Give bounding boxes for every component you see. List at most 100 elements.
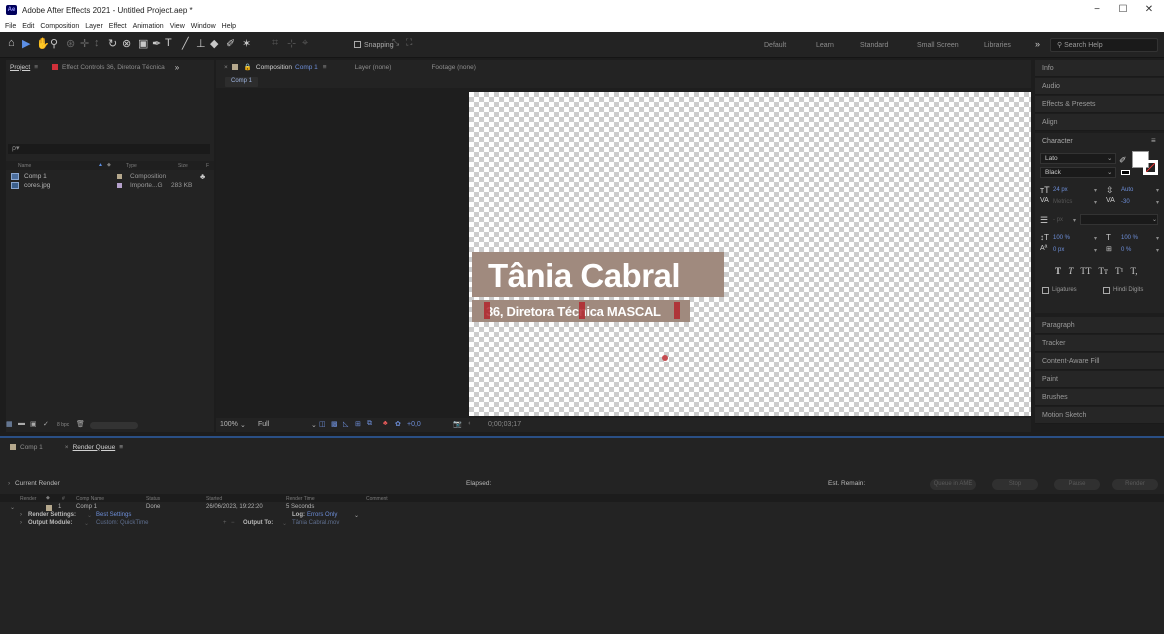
render-queue-tab-menu-icon[interactable]: ≡ [119, 444, 123, 451]
remove-output-module-icon[interactable]: − [231, 520, 235, 526]
mask-visibility-icon[interactable]: ◺ [343, 420, 348, 428]
chevron-down-icon[interactable]: ▾ [1156, 187, 1159, 194]
lock-icon[interactable]: 🔒 [244, 63, 252, 71]
chevron-down-icon[interactable]: ▾ [1094, 199, 1097, 206]
home-icon[interactable]: ⌂ [8, 37, 15, 49]
tab-project[interactable]: Project [10, 64, 30, 71]
guides-icon[interactable]: ⊞ [355, 420, 361, 428]
roto-brush-tool-icon[interactable]: ✐ [226, 37, 235, 50]
project-tab-menu-icon[interactable]: ≡ [34, 64, 38, 71]
log-value[interactable]: Errors Only [307, 512, 337, 518]
chevron-down-icon[interactable]: ⌄ [282, 520, 287, 527]
menu-layer[interactable]: Layer [85, 23, 103, 30]
fast-preview-icon[interactable]: ◫ [319, 420, 326, 428]
pause-button[interactable]: Pause [1054, 479, 1100, 490]
queue-in-ame-button[interactable]: Queue in AME [930, 479, 976, 490]
workspace-standard[interactable]: Standard [860, 42, 888, 49]
menu-animation[interactable]: Animation [133, 23, 164, 30]
panel-motion-sketch[interactable]: Motion Sketch [1035, 407, 1164, 424]
chevron-down-icon[interactable]: ⌄ [10, 504, 15, 511]
subscript-button[interactable]: T, [1130, 266, 1137, 276]
maximize-button[interactable]: ☐ [1113, 4, 1133, 15]
output-module-value[interactable]: Custom: QuickTime [96, 520, 148, 526]
chevron-down-icon[interactable]: ▾ [1094, 187, 1097, 194]
bpc-label[interactable]: 8 bpc [57, 422, 69, 428]
project-item-comp[interactable]: Comp 1 Composition ♣ [6, 172, 214, 181]
dolly-tool-icon[interactable]: ↕ [94, 37, 100, 49]
panel-paint[interactable]: Paint [1035, 371, 1164, 388]
view-axis-icon[interactable]: ⌖ [302, 37, 308, 50]
label-swatch[interactable] [117, 174, 122, 179]
lower-third-role-text[interactable]: 36, Diretora Técnica MASCAL [486, 304, 661, 319]
menu-edit[interactable]: Edit [22, 23, 34, 30]
label-swatch[interactable] [46, 505, 52, 511]
chevron-down-icon[interactable]: ▾ [1156, 235, 1159, 242]
column-f[interactable]: F [206, 163, 209, 169]
composition-viewer[interactable]: Tânia Cabral 36, Diretora Técnica MASCAL [216, 88, 1031, 418]
tab-effect-controls[interactable]: Effect Controls 36, Diretora Técnica [62, 64, 165, 71]
text-bounding-handle[interactable] [674, 302, 680, 319]
chevron-down-icon[interactable]: ▾ [1094, 247, 1097, 254]
column-name[interactable]: Name [18, 163, 31, 169]
trash-icon[interactable]: 🗑 [76, 420, 85, 428]
snap-features-icon[interactable]: ⛶ [406, 37, 412, 48]
search-help-input[interactable]: ⚲ Search Help [1050, 38, 1158, 52]
menu-window[interactable]: Window [191, 23, 216, 30]
faux-italic-button[interactable]: T [1068, 266, 1073, 276]
pan-tool-icon[interactable]: ✛ [80, 37, 89, 50]
comp-tab-close-icon[interactable]: × [224, 64, 228, 71]
menu-composition[interactable]: Composition [40, 23, 79, 30]
tab-comp-timeline[interactable]: Comp 1 [20, 444, 43, 451]
ligatures-checkbox[interactable] [1042, 287, 1049, 294]
sort-ascending-icon[interactable]: ▲ [98, 162, 103, 168]
add-output-module-icon[interactable]: + [223, 520, 227, 526]
render-queue-item[interactable]: ⌄ 1 Comp 1 Done 26/06/2023, 19:22:20 5 S… [0, 504, 1164, 512]
chevron-right-icon[interactable]: › [20, 520, 22, 526]
tracking-value[interactable]: -30 [1121, 199, 1130, 205]
flowchart-icon[interactable]: ♣ [200, 172, 205, 181]
current-time-display[interactable]: 0;00;03;17 [488, 421, 521, 428]
hindi-digits-checkbox[interactable] [1103, 287, 1110, 294]
column-comment[interactable]: Comment [366, 496, 388, 502]
channel-icon[interactable]: ♣ [383, 420, 388, 427]
orbit-tool-icon[interactable]: ⊛ [66, 37, 75, 50]
panel-content-aware-fill[interactable]: Content-Aware Fill [1035, 353, 1164, 370]
font-family-dropdown[interactable]: Lato [1040, 153, 1116, 164]
lower-third-name-bar[interactable]: Tânia Cabral [472, 252, 724, 297]
render-queue-tab-close-icon[interactable]: × [65, 444, 69, 451]
chevron-down-icon[interactable]: ⌄ [354, 512, 359, 519]
column-size[interactable]: Size [178, 163, 188, 169]
resolution-dropdown[interactable]: Full [258, 421, 269, 428]
anchor-point-icon[interactable] [662, 355, 668, 361]
panel-brushes[interactable]: Brushes [1035, 389, 1164, 406]
column-render[interactable]: Render [20, 496, 36, 502]
superscript-button[interactable]: T¹ [1115, 266, 1123, 276]
axis-mode-icon[interactable]: ⌗ [272, 37, 278, 50]
chevron-down-icon[interactable]: ⌄ [87, 512, 92, 519]
tab-composition-name[interactable]: Comp 1 [295, 64, 318, 71]
brush-tool-icon[interactable]: ╱ [182, 37, 189, 50]
chevron-right-icon[interactable]: › [8, 480, 10, 487]
chevron-down-icon[interactable]: ⌄ [311, 421, 317, 429]
stroke-color-swatch[interactable] [1143, 160, 1158, 175]
hand-tool-icon[interactable]: ✋ [36, 37, 50, 50]
column-number[interactable]: # [62, 496, 65, 502]
small-caps-button[interactable]: Tт [1098, 266, 1107, 276]
menu-file[interactable]: File [5, 23, 16, 30]
snap-edges-icon[interactable]: ⤡ [392, 37, 399, 48]
workspace-learn[interactable]: Learn [816, 42, 834, 49]
stroke-width-value[interactable]: - px [1053, 217, 1063, 223]
menu-help[interactable]: Help [222, 23, 236, 30]
clone-stamp-tool-icon[interactable]: ⊥ [196, 37, 206, 50]
exposure-icon[interactable]: ✿ [395, 420, 401, 428]
render-settings-value[interactable]: Best Settings [96, 512, 131, 518]
character-panel-menu-icon[interactable]: ≡ [1151, 136, 1156, 145]
kerning-value[interactable]: Metrics [1053, 199, 1072, 205]
pan-behind-tool-icon[interactable]: ⊗ [122, 37, 131, 50]
workspace-overflow-icon[interactable]: » [1035, 39, 1040, 49]
selection-tool-icon[interactable]: ▶ [22, 37, 30, 50]
text-bounding-handle[interactable] [484, 302, 490, 319]
chevron-down-icon[interactable]: ▾ [1156, 199, 1159, 206]
column-started[interactable]: Started [206, 496, 222, 502]
black-white-swatch[interactable] [1121, 170, 1130, 175]
